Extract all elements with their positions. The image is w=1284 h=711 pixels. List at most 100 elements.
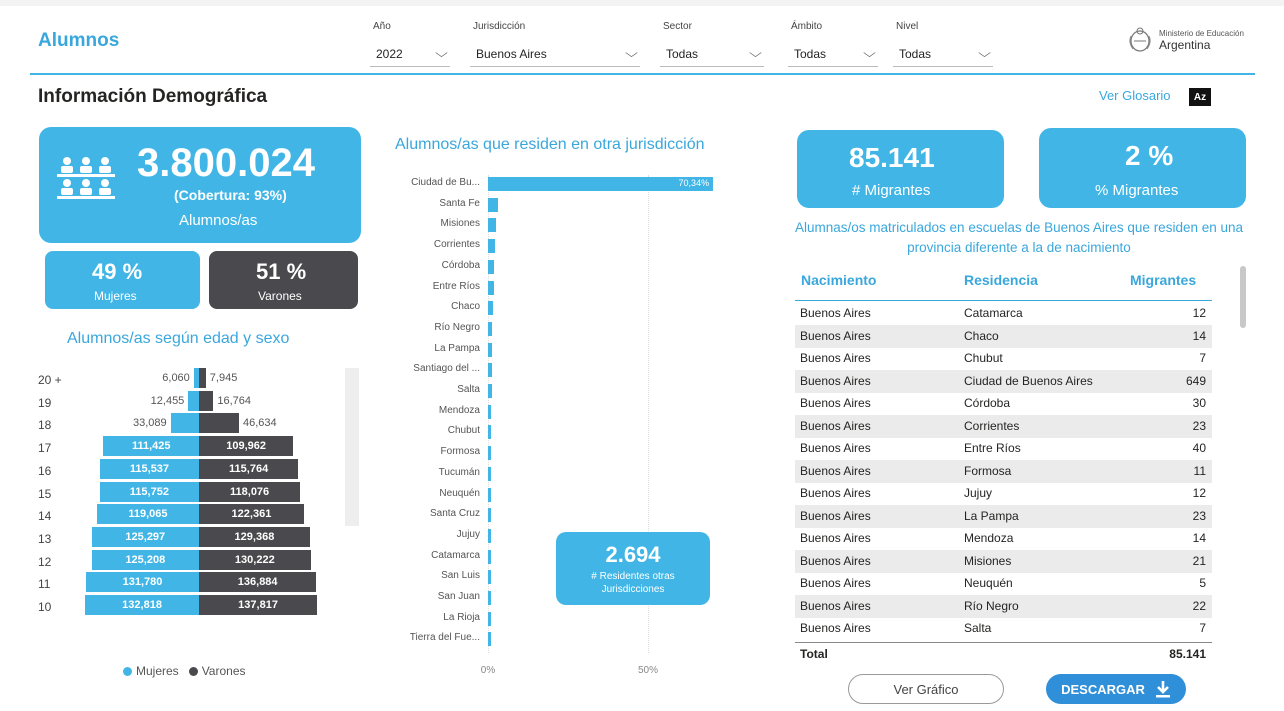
chart-bar: [488, 259, 495, 274]
table-row[interactable]: Buenos Aires Corrientes 23: [795, 414, 1212, 438]
filter-label: Año: [373, 21, 391, 32]
table-row[interactable]: Buenos Aires Formosa 11: [795, 459, 1212, 483]
table-row[interactable]: Buenos Aires Salta 7: [795, 617, 1212, 640]
pyramid-value-women: 6,060: [162, 372, 190, 384]
chart-bar: [488, 404, 492, 419]
pyramid-value-women: 115,752: [129, 485, 169, 498]
chart-bar: [488, 508, 491, 523]
pyramid-bar-women: [170, 413, 199, 434]
cell-residencia: La Pampa: [964, 508, 1019, 523]
ver-grafico-button[interactable]: Ver Gráfico: [848, 674, 1004, 704]
table-row[interactable]: Buenos Aires Río Negro 22: [795, 594, 1212, 618]
glosario-link[interactable]: Ver Glosario: [1099, 88, 1171, 103]
filter-4-select[interactable]: Todas ⌵: [893, 41, 993, 67]
cell-nacimiento: Buenos Aires: [800, 486, 871, 500]
header-divider: [30, 73, 1255, 75]
chart-category-label: Tierra del Fue...: [409, 632, 480, 644]
chart-bar: [488, 197, 499, 212]
chart-category-label: Catamarca: [431, 549, 480, 561]
women-pct: 49 %: [92, 259, 143, 284]
pyramid-scrollbar[interactable]: [345, 368, 359, 526]
download-button[interactable]: DESCARGAR: [1046, 674, 1186, 704]
migrants-pct-card: 2 % % Migrantes: [1039, 128, 1246, 208]
table-row[interactable]: Buenos Aires Neuquén 5: [795, 572, 1212, 595]
table-row[interactable]: Buenos Aires Ciudad de Buenos Aires 649: [795, 369, 1212, 393]
cell-residencia: Jujuy: [964, 486, 993, 500]
residents-card: 2.694 # Residentes otras Jurisdicciones: [556, 532, 710, 605]
chart-category-label: Chubut: [447, 425, 480, 437]
col-residencia[interactable]: Residencia: [964, 272, 1038, 288]
cell-nacimiento: Buenos Aires: [800, 441, 871, 455]
cell-migrantes: 22: [1192, 598, 1206, 613]
filter-value: Todas: [794, 46, 827, 61]
migrants-count-label: # Migrantes: [852, 182, 931, 199]
chart-bar: [488, 611, 491, 626]
pyramid-value-men: 137,817: [238, 599, 278, 611]
migrants-count: 85.141: [849, 142, 935, 173]
pyramid-age-label: 17: [38, 441, 52, 456]
table-row[interactable]: Buenos Aires Chubut 7: [795, 347, 1212, 370]
cell-migrantes: 30: [1192, 396, 1206, 410]
chevron-down-icon: ⌵: [863, 46, 876, 60]
filter-0-select[interactable]: 2022 ⌵: [370, 41, 450, 67]
table-row[interactable]: Buenos Aires La Pampa 23: [795, 504, 1212, 528]
chart-category-label: Chaco: [451, 301, 480, 313]
table-row[interactable]: Buenos Aires Mendoza 14: [795, 527, 1212, 550]
col-nacimiento[interactable]: Nacimiento: [801, 272, 876, 288]
filter-value: Todas: [666, 46, 699, 61]
chevron-down-icon: ⌵: [978, 46, 991, 60]
pyramid-value-women: 33,089: [132, 417, 167, 430]
table-row[interactable]: Buenos Aires Córdoba 30: [795, 392, 1212, 415]
col-migrantes[interactable]: Migrantes: [1130, 272, 1196, 288]
students-label: Alumnos/as: [179, 212, 258, 229]
cell-residencia: Catamarca: [964, 306, 1023, 320]
ministry-country: Argentina: [1159, 37, 1211, 52]
chart-category-label: Ciudad de Bu...: [411, 177, 480, 188]
chart-bar: [488, 446, 491, 461]
cell-nacimiento: Buenos Aires: [800, 463, 871, 478]
pyramid-title: Alumnos/as según edad y sexo: [67, 330, 290, 347]
cell-migrantes: 12: [1192, 306, 1206, 320]
filter-label: Sector: [663, 21, 692, 32]
table-row[interactable]: Buenos Aires Misiones 21: [795, 549, 1212, 573]
chart-category-label: Santiago del ...: [413, 363, 480, 375]
filter-3-select[interactable]: Todas ⌵: [788, 41, 878, 67]
pyramid-value-women: 125,297: [125, 530, 166, 543]
top-strip: [0, 0, 1284, 6]
cell-nacimiento: Buenos Aires: [800, 396, 871, 410]
chart-bar: [488, 363, 492, 378]
cell-nacimiento: Buenos Aires: [800, 531, 871, 545]
pyramid-bar-men: [199, 390, 214, 411]
table-row[interactable]: Buenos Aires Catamarca 12: [795, 302, 1212, 325]
chart-category-label: Formosa: [440, 446, 480, 458]
cell-nacimiento: Buenos Aires: [800, 418, 871, 433]
table-scrollbar[interactable]: [1240, 266, 1246, 328]
pyramid-value-men: 115,764: [229, 462, 269, 475]
cell-nacimiento: Buenos Aires: [800, 621, 871, 635]
chart-category-label: Corrientes: [433, 239, 480, 251]
pyramid-bar-men: [199, 413, 239, 434]
cell-residencia: Entre Ríos: [964, 441, 1021, 455]
filter-value: 2022: [376, 46, 403, 61]
chart-bar: [488, 549, 491, 564]
cell-migrantes: 21: [1192, 553, 1206, 568]
cell-migrantes: 12: [1192, 486, 1206, 500]
cell-nacimiento: Buenos Aires: [800, 508, 871, 523]
pyramid-value-women: 12,455: [150, 394, 185, 407]
filter-1-select[interactable]: Buenos Aires ⌵: [470, 41, 640, 67]
students-coverage: (Cobertura: 93%): [174, 187, 287, 203]
migrants-description: Alumnas/os matriculados en escuelas de B…: [794, 220, 1244, 255]
pyramid-value-men: 16,764: [217, 394, 252, 407]
chart-category-label: Tucumán: [438, 466, 480, 478]
table-row[interactable]: Buenos Aires Entre Ríos 40: [795, 437, 1212, 460]
cell-nacimiento: Buenos Aires: [800, 553, 871, 568]
glossary-az-icon[interactable]: Az: [1189, 88, 1211, 106]
download-label: DESCARGAR: [1061, 681, 1145, 697]
legend-women: Mujeres: [136, 664, 179, 678]
pyramid-value-men: 129,368: [234, 530, 275, 543]
cell-migrantes: 7: [1199, 351, 1206, 365]
chart-category-label: Río Negro: [434, 321, 480, 333]
table-row[interactable]: Buenos Aires Jujuy 12: [795, 482, 1212, 505]
table-row[interactable]: Buenos Aires Chaco 14: [795, 324, 1212, 348]
filter-2-select[interactable]: Todas ⌵: [660, 41, 764, 67]
